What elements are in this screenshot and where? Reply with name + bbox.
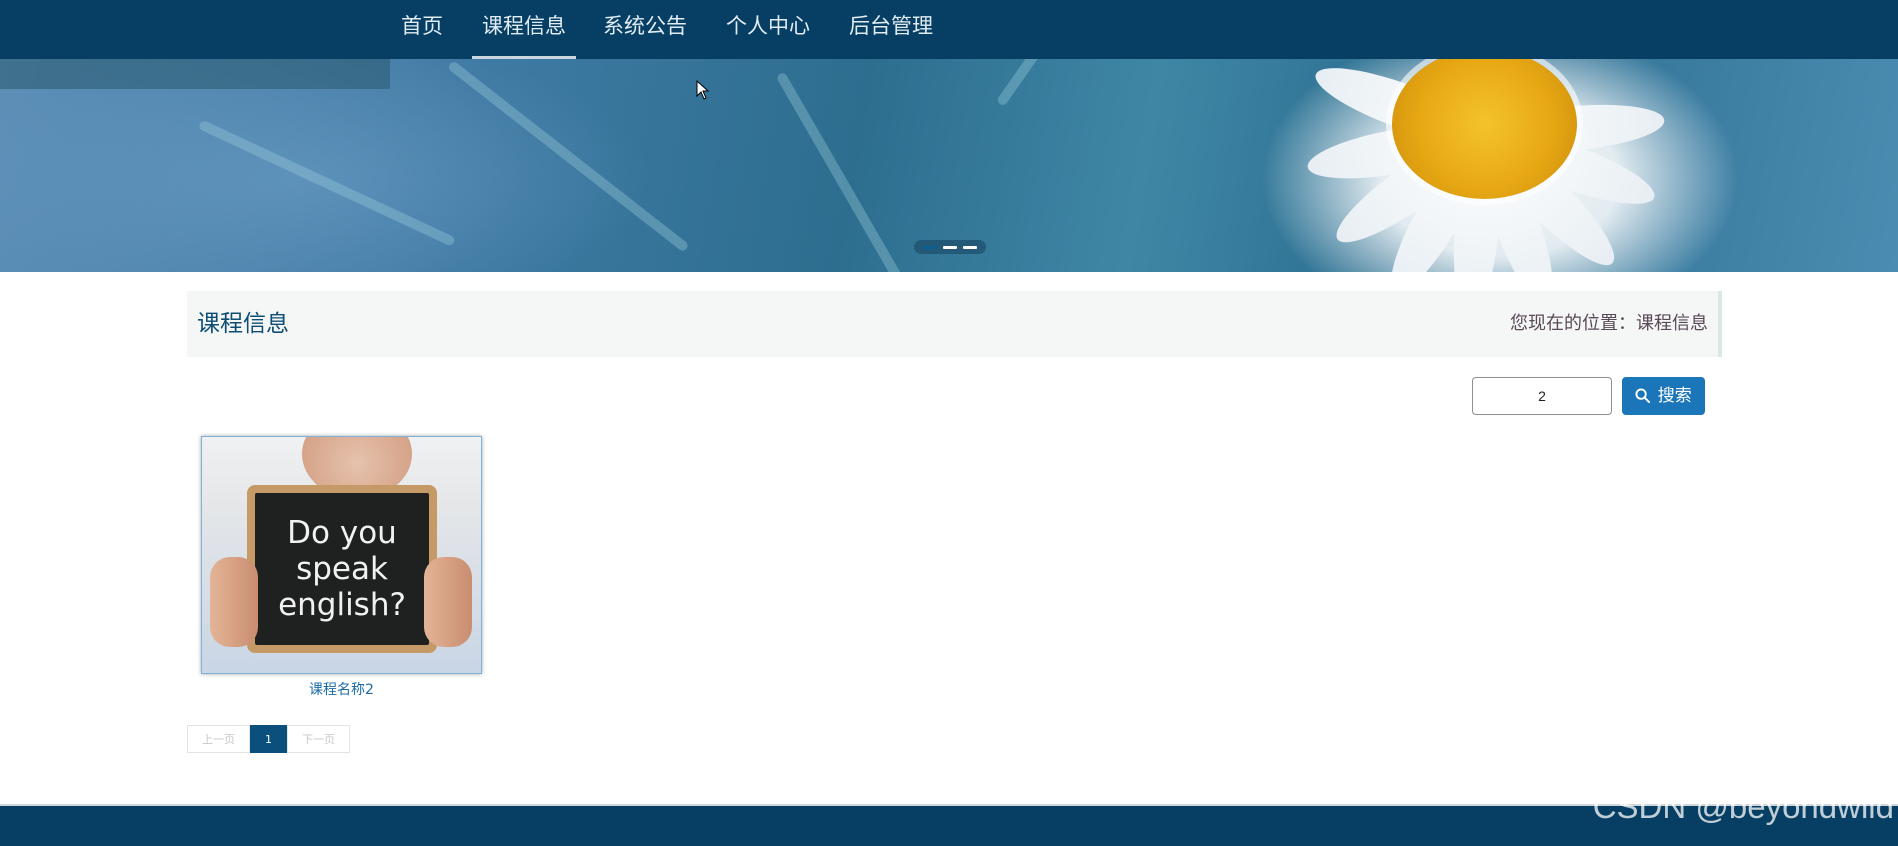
- nav-item-admin[interactable]: 后台管理: [849, 0, 933, 59]
- nav-item-personal-center[interactable]: 个人中心: [726, 0, 810, 59]
- course-card-image[interactable]: Do you speak english?: [201, 436, 482, 674]
- nav-item-course-info[interactable]: 课程信息: [472, 0, 576, 59]
- grass-blade: [775, 71, 915, 272]
- chalkboard-text: Do you speak english?: [255, 493, 429, 645]
- carousel-indicators: [914, 240, 986, 254]
- top-nav: 首页 课程信息 系统公告 个人中心 后台管理: [0, 0, 1898, 59]
- next-page-button[interactable]: 下一页: [287, 725, 350, 753]
- search-icon: [1635, 386, 1657, 406]
- chalkboard-line: Do you: [287, 515, 397, 551]
- grass-blade: [995, 59, 1142, 107]
- carousel-dot-3[interactable]: [963, 245, 977, 249]
- breadcrumb: 您现在的位置：课程信息: [1510, 313, 1708, 334]
- nav-item-announcements[interactable]: 系统公告: [603, 0, 687, 59]
- prev-page-button[interactable]: 上一页: [187, 725, 250, 753]
- search-input[interactable]: [1472, 377, 1612, 415]
- chalkboard-line: english?: [278, 587, 406, 623]
- chalkboard-line: speak: [296, 551, 388, 587]
- chalkboard: Do you speak english?: [247, 485, 437, 653]
- banner-overlay: [0, 59, 390, 89]
- grass-blade: [446, 60, 690, 253]
- page-button-current[interactable]: 1: [250, 725, 287, 753]
- nav-item-home[interactable]: 首页: [400, 0, 444, 59]
- watermark: CSDN @beyondwild: [1592, 788, 1894, 825]
- grass-blade: [197, 119, 456, 247]
- course-name-link[interactable]: 课程名称2: [201, 679, 482, 699]
- pagination: 上一页 1 下一页: [187, 725, 350, 753]
- mouse-cursor-icon: [696, 79, 710, 104]
- banner-carousel[interactable]: [0, 59, 1898, 272]
- right-hand: [424, 557, 472, 647]
- section-header: 课程信息 您现在的位置：课程信息: [187, 291, 1722, 357]
- page-title: 课程信息: [197, 311, 289, 337]
- carousel-dot-2[interactable]: [943, 245, 957, 249]
- carousel-dot-1[interactable]: [923, 245, 937, 249]
- search-button[interactable]: 搜索: [1622, 377, 1705, 415]
- left-hand: [210, 557, 258, 647]
- search-button-label: 搜索: [1657, 386, 1692, 406]
